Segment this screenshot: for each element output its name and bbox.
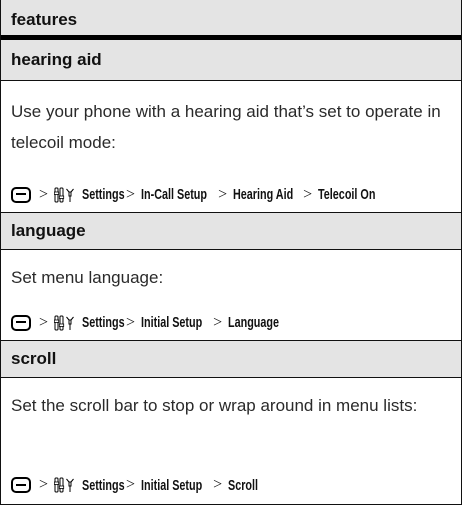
section-title-text: language	[11, 221, 86, 240]
path-item-in-call-setup: In-Call Setup	[141, 186, 208, 203]
path-separator: >	[303, 185, 313, 203]
path-separator: >	[218, 185, 228, 203]
menu-key-icon	[11, 186, 31, 203]
table-header: features	[1, 0, 461, 40]
path-separator: >	[126, 476, 136, 493]
menu-path-language: > Settings > Initial Setup > Language	[1, 305, 461, 341]
section-description-scroll: Set the scroll bar to stop or wrap aroun…	[1, 378, 461, 468]
path-separator: >	[39, 185, 49, 203]
section-description-language: Set menu language:	[1, 250, 461, 305]
section-title-text: hearing aid	[11, 50, 102, 69]
path-separator: >	[213, 476, 223, 493]
section-title-scroll: scroll	[1, 341, 461, 378]
features-table: features hearing aid Use your phone with…	[0, 0, 462, 505]
settings-icon	[54, 477, 74, 493]
path-item-telecoil-on: Telecoil On	[318, 186, 376, 203]
settings-icon	[54, 315, 74, 330]
path-separator: >	[39, 476, 49, 493]
section-title-language: language	[1, 213, 461, 250]
section-description-text: Use your phone with a hearing aid that’s…	[11, 102, 441, 152]
path-item-initial-setup: Initial Setup	[141, 314, 203, 331]
section-description-hearing-aid: Use your phone with a hearing aid that’s…	[1, 81, 461, 177]
table-header-title: features	[11, 10, 78, 29]
path-item-settings: Settings	[82, 476, 125, 494]
menu-path-scroll: > Settings > Initial Setup > Scroll	[1, 468, 461, 502]
path-separator: >	[126, 313, 136, 331]
settings-icon	[54, 187, 74, 202]
section-description-text: Set menu language:	[11, 268, 164, 287]
path-item-settings: Settings	[82, 186, 125, 203]
section-description-text: Set the scroll bar to stop or wrap aroun…	[11, 396, 418, 415]
path-separator: >	[213, 313, 223, 331]
path-item-hearing-aid: Hearing Aid	[233, 186, 294, 203]
path-separator: >	[39, 313, 49, 331]
menu-path-hearing-aid: > Settings > In-Call Setup > Hearing Aid…	[1, 177, 461, 213]
path-item-initial-setup: Initial Setup	[141, 476, 203, 494]
section-title-text: scroll	[11, 349, 57, 368]
path-item-settings: Settings	[82, 314, 125, 331]
menu-key-icon	[11, 477, 31, 493]
section-title-hearing-aid: hearing aid	[1, 40, 461, 81]
path-separator: >	[126, 185, 136, 203]
menu-key-icon	[11, 314, 31, 331]
path-item-language: Language	[228, 314, 280, 331]
path-item-scroll: Scroll	[228, 476, 259, 494]
